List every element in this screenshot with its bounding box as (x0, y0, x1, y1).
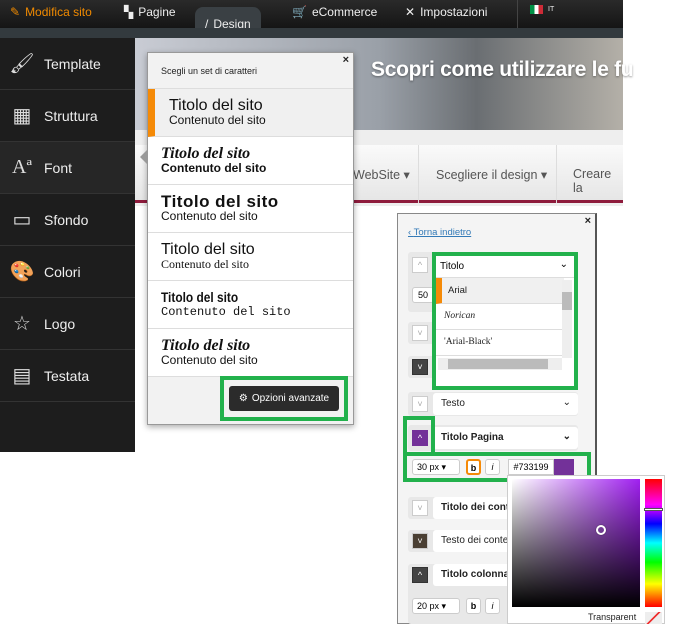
font-icon: Aª (12, 156, 32, 178)
sidebar-item-colori[interactable]: 🎨 Colori (0, 246, 135, 298)
hue-slider[interactable] (644, 479, 663, 607)
tools-icon: ✕ (405, 5, 416, 19)
banner-text: Scopri come utilizzare le fu (371, 58, 634, 81)
language-selector[interactable]: IT (530, 5, 554, 14)
font-set-popup: × Scegli un set di caratteri Titolo del … (140, 52, 354, 425)
testo-select[interactable]: Testo ⌄ (433, 393, 578, 415)
highlight-box: ⚙ Opzioni avanzate (220, 376, 348, 421)
font-set-option[interactable]: Titolo del sito Contenuto del sito (148, 89, 353, 137)
top-bar: ✎ Modifica sito ▚ Pagine / Design 🛒 eCommerc… (0, 0, 623, 34)
brush-icon: 🖌 (9, 53, 35, 75)
close-icon[interactable]: × (585, 215, 591, 227)
titolo-select[interactable]: Titolo ⌄ (436, 256, 574, 278)
chevron-down-icon[interactable]: ˅ (412, 533, 428, 549)
size-input[interactable]: 50 (412, 287, 434, 303)
pages-icon: ▚ (124, 5, 134, 19)
font-set-option[interactable]: Titolo del sito Contenuto del sito (148, 329, 353, 377)
gear-icon: ⚙ (238, 393, 248, 404)
nav-item[interactable]: Creare la (573, 167, 623, 195)
cart-icon: 🛒 (292, 5, 307, 19)
chevron-down-icon[interactable]: ˅ (412, 325, 428, 341)
back-link[interactable]: ‹ Torna indietro (408, 227, 471, 238)
popup-pointer (140, 149, 148, 165)
advanced-options-button[interactable]: ⚙ Opzioni avanzate (229, 386, 339, 411)
transparent-icon[interactable] (645, 612, 662, 624)
tab-impostazioni[interactable]: ✕ Impostazioni (405, 5, 487, 19)
chevron-down-icon: ⌄ (559, 259, 568, 270)
font-set-option[interactable]: Titolo del sito Contenuto del sito (148, 185, 353, 233)
design-sidebar: 🖌 Template ▦ Struttura Aª Font ▭ Sfondo 🎨 Col… (0, 38, 135, 452)
pencil-icon: ✎ (10, 5, 21, 19)
sidebar-item-logo[interactable]: ☆ Logo (0, 298, 135, 350)
sidebar-item-sfondo[interactable]: ▭ Sfondo (0, 194, 135, 246)
font-set-option[interactable]: Titolo del sito Contenuto del sito (148, 281, 353, 329)
close-icon[interactable]: × (343, 54, 349, 66)
monitor-icon: ▭ (12, 209, 32, 231)
highlight-box (403, 416, 435, 456)
header-icon: ▤ (12, 365, 32, 387)
font-set-option[interactable]: Titolo del sito Contenuto del sito (148, 137, 353, 185)
horizontal-scrollbar[interactable] (438, 358, 562, 370)
chevron-down-icon[interactable]: ˅ (412, 396, 428, 412)
layout-icon: ▦ (12, 105, 32, 127)
tab-pagine[interactable]: ▚ Pagine (124, 5, 176, 19)
vertical-scrollbar[interactable] (562, 280, 572, 358)
sidebar-item-font[interactable]: Aª Font (0, 142, 135, 194)
chevron-down-icon[interactable]: ˅ (412, 500, 428, 516)
color-picker: Transparent (507, 475, 665, 624)
font-option[interactable]: 'Arial-Black' (436, 330, 564, 356)
nav-item[interactable]: WebSite ▾ (353, 167, 410, 182)
tab-ecommerce[interactable]: 🛒 eCommerce (292, 5, 377, 19)
italic-button[interactable]: i (485, 598, 500, 614)
font-dropdown: Titolo ⌄ Arial Norican 'Arial-Black' (432, 252, 578, 390)
popup-title: Scegli un set di caratteri (148, 53, 353, 89)
tab-modifica-sito[interactable]: ✎ Modifica sito (10, 5, 92, 19)
saturation-value-area[interactable] (512, 479, 640, 607)
bold-button[interactable]: b (466, 598, 481, 614)
italy-flag-icon (530, 5, 543, 14)
nav-item[interactable]: Scegliere il design ▾ (436, 167, 547, 182)
sidebar-item-template[interactable]: 🖌 Template (0, 38, 135, 90)
chevron-up-icon[interactable]: ^ (412, 257, 428, 273)
titolo-pagina-select[interactable]: Titolo Pagina ⌄ (433, 427, 578, 449)
size-select[interactable]: 20 px ▾ (412, 598, 460, 614)
font-set-option[interactable]: Titolo del sito Contenuto del sito (148, 233, 353, 281)
font-option[interactable]: Norican (436, 304, 564, 330)
star-icon: ☆ (13, 313, 31, 335)
sidebar-item-struttura[interactable]: ▦ Struttura (0, 90, 135, 142)
palette-icon: 🎨 (9, 261, 35, 283)
chevron-down-icon[interactable]: ˅ (412, 359, 428, 375)
chevron-up-icon[interactable]: ^ (412, 567, 428, 583)
font-option[interactable]: Arial (436, 278, 564, 304)
toolbar-strip (0, 28, 623, 38)
divider (517, 0, 518, 28)
sidebar-item-testata[interactable]: ▤ Testata (0, 350, 135, 402)
transparent-option[interactable]: Transparent (588, 612, 636, 622)
